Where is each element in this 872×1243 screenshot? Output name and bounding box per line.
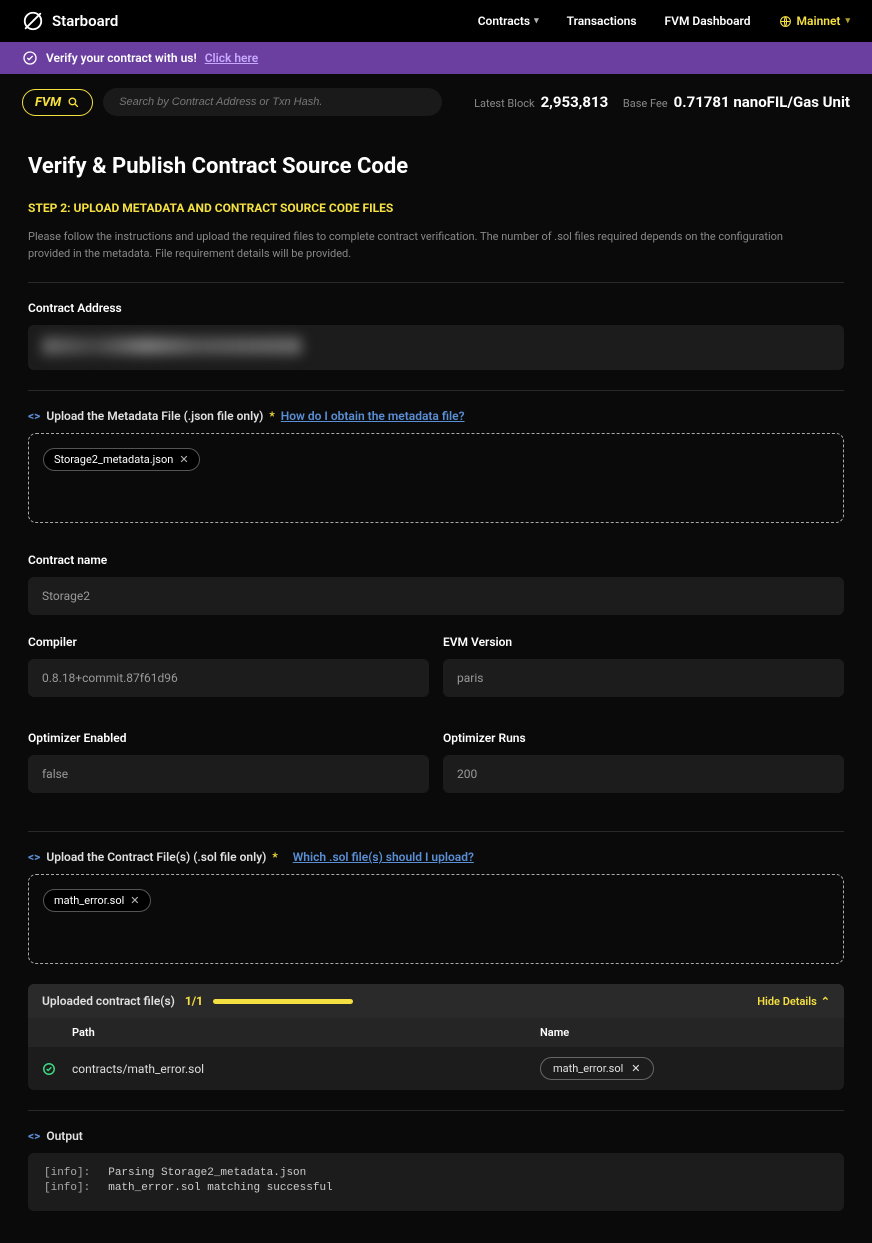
output-label-row: <> Output xyxy=(28,1129,844,1143)
optimizer-enabled-field: false xyxy=(28,755,429,793)
contracts-label-row: <> Upload the Contract File(s) (.sol fil… xyxy=(28,850,844,864)
banner-link[interactable]: Click here xyxy=(205,51,258,65)
divider xyxy=(28,390,844,391)
code-icon: <> xyxy=(28,409,40,423)
evm-field: paris xyxy=(443,659,844,697)
chain-stats: Latest Block 2,953,813 Base Fee 0.71781 … xyxy=(474,93,850,111)
check-circle-icon xyxy=(22,50,38,66)
compiler-label: Compiler xyxy=(28,635,429,649)
main-nav: Contracts ▾ Transactions FVM Dashboard M… xyxy=(478,14,850,28)
toolbar: FVM Latest Block 2,953,813 Base Fee 0.71… xyxy=(0,74,872,130)
chevron-down-icon: ▾ xyxy=(534,16,539,26)
code-icon: <> xyxy=(28,850,40,864)
compiler-field: 0.8.18+commit.87f61d96 xyxy=(28,659,429,697)
hide-details-toggle[interactable]: Hide Details ⌃ xyxy=(757,995,830,1008)
contract-chip: math_error.sol ✕ xyxy=(43,889,151,912)
uploaded-count: 1/1 xyxy=(185,994,203,1008)
metadata-label: Upload the Metadata File (.json file onl… xyxy=(46,409,263,423)
search-icon xyxy=(67,96,80,109)
brand-icon xyxy=(22,10,44,32)
chevron-up-icon: ⌃ xyxy=(821,995,830,1008)
output-label: Output xyxy=(46,1129,82,1143)
page-title: Verify & Publish Contract Source Code xyxy=(28,154,844,179)
app-header: Starboard Contracts ▾ Transactions FVM D… xyxy=(0,0,872,42)
row-path: contracts/math_error.sol xyxy=(72,1062,540,1076)
output-line: [info]: math_error.sol matching successf… xyxy=(44,1182,828,1194)
contracts-label: Upload the Contract File(s) (.sol file o… xyxy=(46,850,266,864)
upload-progress xyxy=(213,999,353,1004)
remove-metadata-chip[interactable]: ✕ xyxy=(179,453,188,466)
metadata-help-link[interactable]: How do I obtain the metadata file? xyxy=(281,409,465,423)
optimizer-enabled-label: Optimizer Enabled xyxy=(28,731,429,745)
brand[interactable]: Starboard xyxy=(22,10,118,32)
optimizer-runs-field: 200 xyxy=(443,755,844,793)
col-path: Path xyxy=(72,1026,540,1039)
contracts-help-link[interactable]: Which .sol file(s) should I upload? xyxy=(293,850,474,864)
remove-uploaded-file[interactable]: ✕ xyxy=(631,1062,640,1075)
brand-name: Starboard xyxy=(52,12,118,30)
evm-label: EVM Version xyxy=(443,635,844,649)
code-icon: <> xyxy=(28,1129,40,1143)
nav-transactions[interactable]: Transactions xyxy=(567,14,637,28)
metadata-chip: Storage2_metadata.json ✕ xyxy=(43,448,200,471)
uploaded-panel: Uploaded contract file(s) 1/1 Hide Detai… xyxy=(28,984,844,1090)
metadata-dropzone[interactable]: Storage2_metadata.json ✕ xyxy=(28,433,844,523)
nav-fvm-dashboard[interactable]: FVM Dashboard xyxy=(665,14,751,28)
network-selector[interactable]: Mainnet ▾ xyxy=(779,14,851,28)
verify-banner: Verify your contract with us! Click here xyxy=(0,42,872,74)
row-name-pill: math_error.sol ✕ xyxy=(540,1057,654,1080)
optimizer-runs-label: Optimizer Runs xyxy=(443,731,844,745)
contract-name-label: Contract name xyxy=(28,553,844,567)
output-box: [info]: Parsing Storage2_metadata.json [… xyxy=(28,1153,844,1211)
divider xyxy=(28,1110,844,1111)
remove-contract-chip[interactable]: ✕ xyxy=(130,894,139,907)
fvm-pill[interactable]: FVM xyxy=(22,89,93,116)
banner-text: Verify your contract with us! xyxy=(46,51,197,65)
metadata-label-row: <> Upload the Metadata File (.json file … xyxy=(28,409,844,423)
contracts-dropzone[interactable]: math_error.sol ✕ xyxy=(28,874,844,964)
page-content: Verify & Publish Contract Source Code ST… xyxy=(0,130,872,1241)
uploaded-table-head: Path Name xyxy=(28,1018,844,1047)
base-fee-value: 0.71781 nanoFIL/Gas Unit xyxy=(674,93,850,111)
uploaded-header: Uploaded contract file(s) 1/1 Hide Detai… xyxy=(28,984,844,1018)
search-wrap: FVM xyxy=(22,88,442,116)
output-line: [info]: Parsing Storage2_metadata.json xyxy=(44,1167,828,1179)
latest-block-value: 2,953,813 xyxy=(541,93,609,111)
uploaded-label: Uploaded contract file(s) xyxy=(42,994,175,1008)
nav-contracts[interactable]: Contracts ▾ xyxy=(478,14,539,28)
latest-block-label: Latest Block xyxy=(474,97,534,110)
globe-icon xyxy=(779,15,792,28)
base-fee-label: Base Fee xyxy=(623,97,668,110)
contract-address-label: Contract Address xyxy=(28,301,844,315)
contract-name-field: Storage2 xyxy=(28,577,844,615)
col-name: Name xyxy=(540,1026,830,1039)
uploaded-table-row: contracts/math_error.sol math_error.sol … xyxy=(28,1047,844,1090)
contract-address-value xyxy=(42,337,302,355)
divider xyxy=(28,282,844,283)
contract-address-field xyxy=(28,325,844,370)
chevron-down-icon: ▾ xyxy=(845,16,850,26)
step-label: STEP 2: UPLOAD METADATA AND CONTRACT SOU… xyxy=(28,201,844,215)
search-input[interactable] xyxy=(103,88,442,116)
success-icon xyxy=(42,1062,56,1076)
divider xyxy=(28,831,844,832)
step-description: Please follow the instructions and uploa… xyxy=(28,229,818,262)
